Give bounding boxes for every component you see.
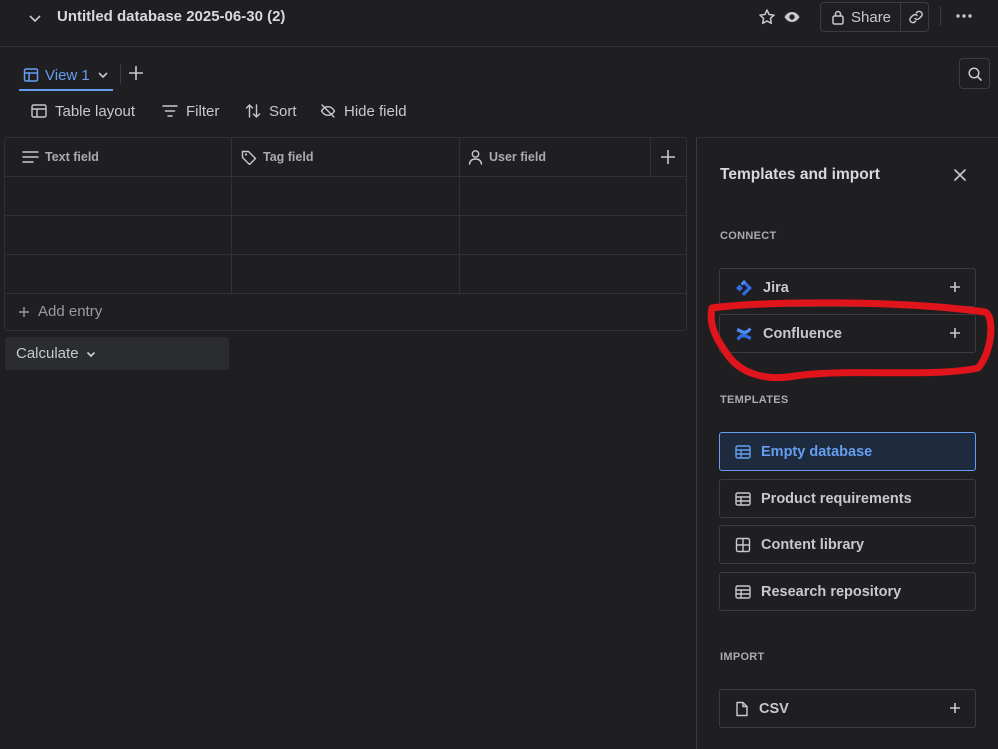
template-product-requirements[interactable]: Product requirements: [719, 479, 976, 518]
filter-label: Filter: [186, 102, 220, 120]
panel-title: Templates and import: [720, 166, 880, 183]
close-icon[interactable]: [952, 167, 968, 183]
add-view-button[interactable]: [127, 64, 145, 82]
table-layout-button[interactable]: Table layout: [31, 100, 135, 122]
eye-off-icon: [320, 103, 336, 119]
add-column-button[interactable]: [658, 147, 678, 167]
template-label: Content library: [761, 536, 865, 553]
import-csv-label: CSV: [759, 700, 789, 717]
template-content-library[interactable]: Content library: [719, 525, 976, 564]
table-view-icon: [23, 67, 39, 83]
eye-icon[interactable]: [783, 8, 801, 26]
divider: [940, 6, 941, 26]
column-header-tag[interactable]: Tag field: [241, 137, 313, 176]
divider: [120, 64, 121, 84]
plus-icon: [949, 281, 961, 293]
lock-icon: [831, 9, 845, 25]
search-icon: [967, 66, 983, 82]
chevron-down-icon[interactable]: [27, 10, 43, 26]
row-divider: [4, 254, 687, 255]
column-label: Tag field: [263, 149, 314, 164]
table-layout-label: Table layout: [55, 102, 136, 120]
row-divider: [4, 176, 687, 177]
chevron-down-icon: [85, 348, 97, 360]
text-lines-icon: [22, 150, 39, 164]
data-table: [4, 137, 687, 331]
template-label: Research repository: [761, 583, 902, 600]
star-icon[interactable]: [758, 8, 776, 26]
connect-confluence[interactable]: Confluence: [719, 314, 976, 353]
view-label: View 1: [45, 66, 90, 84]
active-tab-indicator: [19, 89, 113, 91]
share-label: Share: [851, 8, 892, 26]
column-label: Text field: [45, 149, 99, 164]
sort-label: Sort: [269, 102, 297, 120]
file-icon: [735, 701, 749, 717]
jira-icon: [735, 279, 753, 297]
row-divider: [4, 215, 687, 216]
column-header-user[interactable]: User field: [468, 137, 546, 176]
confluence-icon: [735, 325, 753, 343]
hide-field-button[interactable]: Hide field: [320, 100, 407, 122]
section-label-import: IMPORT: [720, 651, 765, 663]
hide-field-label: Hide field: [344, 102, 407, 120]
column-divider: [650, 137, 651, 176]
table-icon: [735, 491, 751, 506]
connect-jira[interactable]: Jira: [719, 268, 976, 307]
more-icon: [955, 13, 973, 19]
column-header-text[interactable]: Text field: [22, 137, 99, 176]
user-icon: [468, 149, 483, 165]
grid-icon: [735, 537, 751, 553]
table-icon: [735, 444, 751, 459]
share-button[interactable]: Share: [831, 2, 901, 32]
connect-confluence-label: Confluence: [763, 325, 842, 342]
plus-icon: [18, 306, 30, 318]
table-layout-icon: [31, 104, 47, 118]
calculate-button[interactable]: Calculate: [5, 337, 229, 370]
tag-icon: [241, 149, 257, 165]
section-label-connect: CONNECT: [720, 230, 777, 242]
chevron-down-icon[interactable]: [96, 68, 110, 82]
divider: [900, 3, 901, 31]
template-label: Empty database: [761, 443, 873, 460]
copy-link-button[interactable]: [903, 2, 929, 32]
add-entry-button[interactable]: Add entry: [18, 303, 102, 320]
filter-icon: [162, 104, 178, 118]
template-research-repository[interactable]: Research repository: [719, 572, 976, 611]
more-options-button[interactable]: [951, 6, 977, 26]
sort-button[interactable]: Sort: [245, 100, 297, 122]
template-label: Product requirements: [761, 490, 912, 507]
link-icon: [908, 9, 924, 25]
plus-icon: [949, 702, 961, 714]
import-csv[interactable]: CSV: [719, 689, 976, 728]
filter-button[interactable]: Filter: [162, 100, 219, 122]
section-label-templates: TEMPLATES: [720, 394, 789, 406]
template-empty-database[interactable]: Empty database: [719, 432, 976, 471]
connect-jira-label: Jira: [763, 279, 789, 296]
calculate-label: Calculate: [16, 345, 79, 362]
search-button[interactable]: [959, 58, 990, 89]
row-divider: [4, 293, 687, 294]
sort-icon: [245, 103, 261, 119]
database-title[interactable]: Untitled database 2025-06-30 (2): [57, 8, 285, 25]
plus-icon: [949, 327, 961, 339]
column-label: User field: [489, 149, 546, 164]
table-icon: [735, 584, 751, 599]
tab-view-1[interactable]: View 1: [19, 60, 113, 90]
add-entry-label: Add entry: [38, 303, 103, 320]
